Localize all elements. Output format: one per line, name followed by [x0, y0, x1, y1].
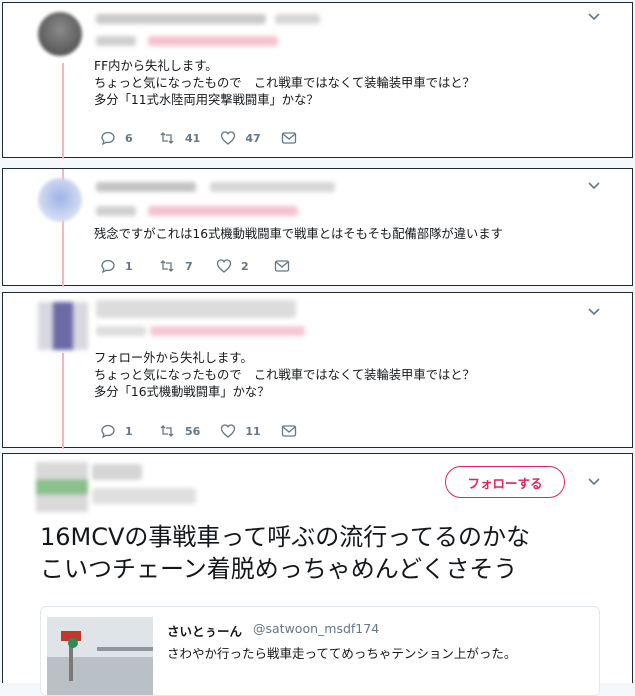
tweet-actions: 1 7 2 [100, 257, 332, 275]
mail-icon [281, 425, 296, 437]
follow-button[interactable]: フォローする [445, 466, 565, 498]
tweet-text: 残念ですがこれは16式機動戦闘車で戦車とはそもそも配備部隊が違います [94, 227, 503, 241]
reply-button[interactable]: 6 [100, 130, 138, 146]
like-count: 2 [241, 259, 249, 273]
avatar[interactable] [36, 462, 88, 512]
retweet-button[interactable]: 7 [158, 258, 196, 274]
main-tweet-text: 16MCVの事戦車って呼ぶの流行ってるのかな こいつチェーン着脱めっちゃめんどく… [40, 523, 531, 583]
dm-button[interactable] [281, 424, 319, 438]
chevron-down-icon[interactable] [587, 11, 601, 25]
username-blurred[interactable] [96, 300, 296, 318]
avatar[interactable] [38, 12, 82, 56]
tweet-text: FF内から失礼します。 ちょっと気になったもので これ戦車ではなくて装輪装甲車で… [94, 59, 475, 107]
quoted-tweet-image[interactable] [47, 617, 153, 695]
username-blurred[interactable] [96, 14, 266, 24]
tweet-actions: 6 41 47 [100, 129, 339, 147]
quoted-handle[interactable]: @satwoon_msdf174 [253, 621, 379, 636]
quoted-text: さわやか行ったら戦車走っててめっちゃテンション上がった。 [167, 646, 517, 661]
username-blurred[interactable] [96, 182, 196, 192]
reply-icon [101, 259, 115, 274]
heart-icon [216, 259, 232, 273]
quoted-tweet[interactable]: さいとぅーん @satwoon_msdf174 さわやか行ったら戦車走っててめっ… [40, 606, 600, 696]
reply-count: 1 [125, 424, 133, 438]
retweet-button[interactable]: 56 [158, 423, 200, 439]
like-button[interactable]: 11 [220, 423, 261, 439]
avatar[interactable] [38, 302, 88, 350]
reply-count: 1 [125, 259, 133, 273]
meta-blurred [96, 36, 136, 46]
meta-blurred [96, 326, 146, 336]
reply-count: 6 [125, 131, 133, 145]
dm-button[interactable] [274, 259, 312, 273]
thread-line [62, 63, 64, 159]
retweet-icon [160, 132, 174, 144]
heart-icon [221, 424, 236, 438]
like-button[interactable]: 2 [216, 258, 254, 274]
retweet-icon [160, 260, 174, 272]
handle-blurred [275, 14, 320, 24]
retweet-count: 56 [185, 424, 201, 438]
chevron-down-icon[interactable] [587, 476, 601, 490]
dm-button[interactable] [281, 131, 319, 145]
handle-blurred [210, 182, 335, 192]
replying-to-blurred[interactable] [150, 326, 305, 336]
mail-icon [274, 260, 290, 272]
chevron-down-icon[interactable] [587, 306, 601, 320]
mail-icon [281, 132, 296, 144]
reply-button[interactable]: 1 [100, 423, 138, 439]
chevron-down-icon[interactable] [587, 180, 601, 194]
reply-icon [101, 131, 115, 146]
replying-to-blurred[interactable] [148, 36, 278, 46]
retweet-button[interactable]: 41 [158, 130, 200, 146]
like-button[interactable]: 47 [220, 130, 261, 146]
retweet-count: 7 [185, 259, 193, 273]
tweet-text: フォロー外から失礼します。 ちょっと気になったもので これ戦車ではなくて装輪装甲… [94, 351, 475, 399]
quoted-display-name[interactable]: さいとぅーん [167, 621, 242, 640]
retweet-icon [160, 425, 174, 437]
tweet-actions: 1 56 11 [100, 422, 339, 440]
like-count: 47 [245, 131, 261, 145]
handle-blurred [92, 488, 196, 504]
avatar[interactable] [38, 178, 82, 222]
like-count: 11 [245, 424, 261, 438]
username-blurred[interactable] [92, 464, 142, 480]
replying-to-blurred[interactable] [148, 206, 298, 216]
heart-icon [221, 131, 236, 145]
reply-icon [101, 424, 115, 439]
thread-line [62, 353, 64, 449]
retweet-count: 41 [185, 131, 201, 145]
meta-blurred [96, 206, 136, 216]
reply-button[interactable]: 1 [100, 258, 138, 274]
